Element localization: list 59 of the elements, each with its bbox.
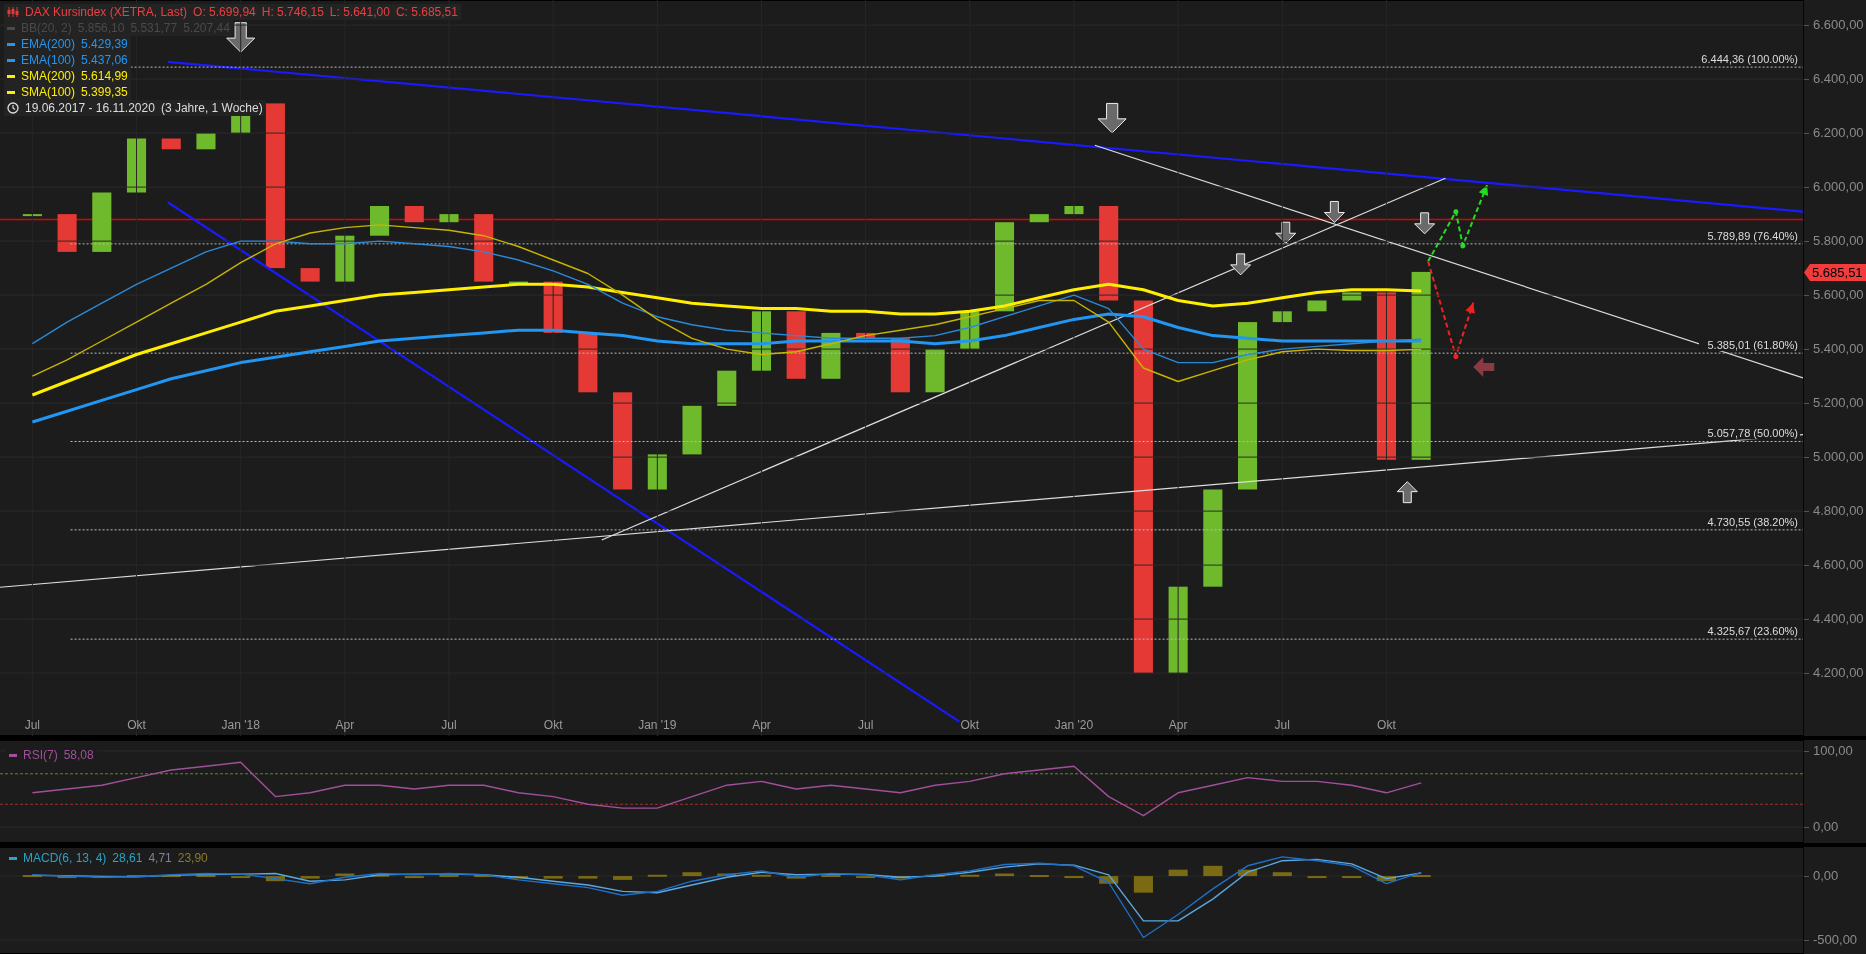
indicator-name: SMA(200) <box>21 68 76 84</box>
axis-label: 5.400,00 <box>1813 342 1864 356</box>
fibonacci-level-label: 4.730,55 (38.20%) <box>1707 515 1798 528</box>
axis-label: 100,00 <box>1813 743 1853 757</box>
indicator-value: 5.429,39 <box>81 36 128 52</box>
axis-label: 5.000,00 <box>1813 450 1864 464</box>
axis-label: Jul <box>24 718 41 732</box>
axis-label: 4.600,00 <box>1813 558 1864 572</box>
indicator-value: 5.614,99 <box>81 68 128 84</box>
axis-label: 5.600,00 <box>1813 288 1864 302</box>
axis-label: 4.800,00 <box>1813 504 1864 518</box>
axis-label: Jan '18 <box>221 718 260 732</box>
axis-label: 6.000,00 <box>1813 180 1864 194</box>
axis-label: 6.600,00 <box>1813 18 1864 32</box>
axis-label: 0,00 <box>1813 869 1839 883</box>
axis-label: Jan '20 <box>1054 718 1094 732</box>
indicator-value: 4,71 <box>148 850 172 867</box>
fibonacci-level-label: 5.057,78 (50.00%) <box>1707 427 1798 440</box>
axis-label: Apr <box>752 718 771 732</box>
fibonacci-level-label: 4.325,67 (23.60%) <box>1707 625 1798 638</box>
ohlc-value: C: 5.685,51 <box>395 4 458 20</box>
ohlc-value: L: 5.641,00 <box>329 4 390 20</box>
fibonacci-level-label: 5.789,89 (76.40%) <box>1707 229 1798 242</box>
axis-label: Okt <box>543 718 563 732</box>
axis-label: Apr <box>1168 718 1188 732</box>
axis-label: 5.800,00 <box>1813 234 1864 248</box>
ohlc-value: O: 5.699,94 <box>193 4 256 20</box>
indicator-value: 28,61 <box>112 850 143 867</box>
fibonacci-level-label: 6.444,36 (100.00%) <box>1701 53 1798 66</box>
indicator-name: EMA(200) <box>21 36 76 52</box>
axis-label: Jan '19 <box>638 718 677 732</box>
fibonacci-level-label: 5.385,01 (61.80%) <box>1707 339 1798 352</box>
ohlc-value: H: 5.746,15 <box>261 4 324 20</box>
indicator-name: EMA(100) <box>21 52 76 68</box>
axis-label: Apr <box>335 718 355 732</box>
indicator-value: 5.437,06 <box>81 52 128 68</box>
axis-label: Okt <box>127 718 146 732</box>
date-range: 19.06.2017 - 16.11.2020 <box>25 100 155 116</box>
indicator-value: 5.399,35 <box>81 84 128 100</box>
indicator-name: RSI(7) <box>23 747 58 764</box>
axis-label: Jul <box>441 718 457 732</box>
indicator-value: 58,08 <box>63 747 94 764</box>
axis-label: 6.200,00 <box>1813 126 1864 140</box>
axis-label: 5.200,00 <box>1813 396 1864 410</box>
axis-label: 0,00 <box>1813 820 1839 834</box>
indicator-value: 23,90 <box>177 850 208 867</box>
price-tag: 5.685,51 <box>1804 263 1866 281</box>
axis-label: 4.400,00 <box>1813 612 1864 626</box>
indicator-name: SMA(100) <box>21 84 76 100</box>
indicator-name: MACD(6, 13, 4) <box>23 850 107 867</box>
period-label: (3 Jahre, 1 Woche) <box>160 100 263 116</box>
axis-label: Jul <box>1274 718 1290 732</box>
axis-label: Jul <box>857 718 874 732</box>
axis-label: 6.400,00 <box>1813 72 1864 86</box>
axis-label: Okt <box>1377 718 1396 732</box>
axis-label: 4.200,00 <box>1813 666 1864 680</box>
instrument-title: DAX Kursindex (XETRA, Last) <box>25 4 188 20</box>
axis-label: Okt <box>960 718 980 732</box>
axis-label: -500,00 <box>1813 933 1858 947</box>
